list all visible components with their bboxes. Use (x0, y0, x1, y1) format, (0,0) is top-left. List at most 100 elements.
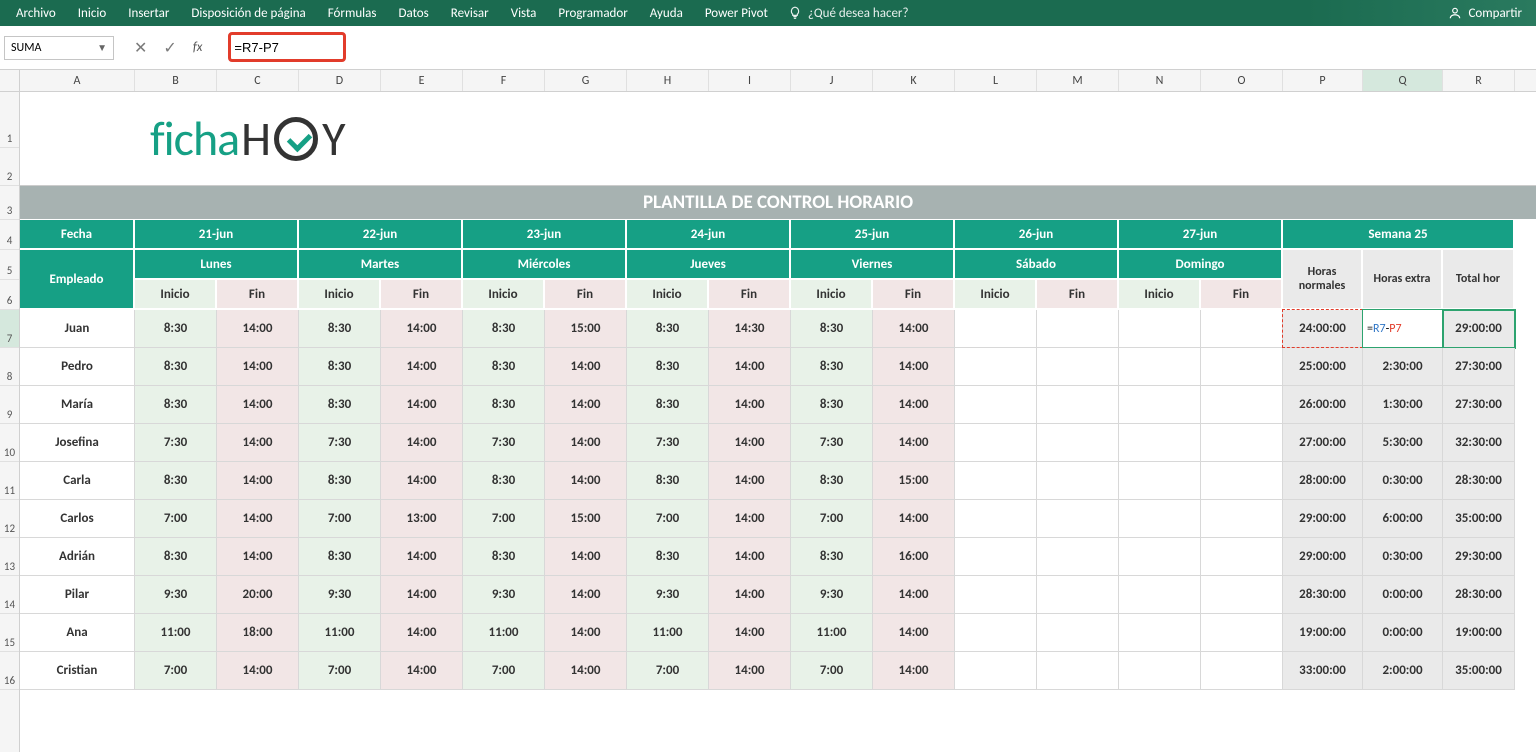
accept-formula-icon[interactable]: ✓ (163, 38, 176, 58)
time-cell[interactable]: 7:00 (135, 500, 217, 538)
time-cell[interactable]: 14:00 (709, 348, 791, 386)
row-header-14[interactable]: 14 (0, 576, 19, 614)
time-cell[interactable]: 14:00 (545, 424, 627, 462)
time-cell[interactable]: 14:00 (709, 424, 791, 462)
time-cell[interactable]: 14:30 (709, 310, 791, 348)
time-cell[interactable]: 14:00 (709, 576, 791, 614)
col-header-F[interactable]: F (463, 70, 545, 91)
time-cell[interactable]: 8:30 (791, 310, 873, 348)
employee-cell[interactable]: Ana (20, 614, 135, 652)
time-cell[interactable]: 7:30 (791, 424, 873, 462)
time-cell[interactable]: 8:30 (135, 348, 217, 386)
employee-cell[interactable]: Carlos (20, 500, 135, 538)
col-header-C[interactable]: C (217, 70, 299, 91)
col-header-D[interactable]: D (299, 70, 381, 91)
time-cell[interactable]: 11:00 (463, 614, 545, 652)
horas-extra-cell[interactable]: 0:00:00 (1363, 576, 1443, 614)
time-cell[interactable]: 14:00 (545, 348, 627, 386)
ribbon-tab-revisar[interactable]: Revisar (441, 2, 499, 25)
row-header-5[interactable]: 5 (0, 250, 19, 280)
time-cell[interactable]: 8:30 (299, 310, 381, 348)
horas-normales-cell[interactable]: 33:00:00 (1283, 652, 1363, 690)
horas-normales-cell[interactable]: 29:00:00 (1283, 500, 1363, 538)
horas-extra-cell[interactable]: =R7-P7 (1363, 310, 1443, 348)
time-cell[interactable]: 14:00 (545, 652, 627, 690)
row-header-8[interactable]: 8 (0, 348, 19, 386)
col-header-O[interactable]: O (1201, 70, 1283, 91)
time-cell[interactable] (955, 538, 1037, 576)
time-cell[interactable]: 15:00 (545, 500, 627, 538)
time-cell[interactable] (1201, 348, 1283, 386)
time-cell[interactable]: 14:00 (709, 462, 791, 500)
col-header-A[interactable]: A (20, 70, 135, 91)
time-cell[interactable] (955, 652, 1037, 690)
time-cell[interactable]: 8:30 (463, 386, 545, 424)
time-cell[interactable]: 8:30 (463, 538, 545, 576)
time-cell[interactable]: 8:30 (299, 386, 381, 424)
time-cell[interactable] (1119, 348, 1201, 386)
total-horas-cell[interactable]: 28:30:00 (1443, 462, 1515, 500)
time-cell[interactable]: 8:30 (135, 310, 217, 348)
horas-extra-cell[interactable]: 2:30:00 (1363, 348, 1443, 386)
time-cell[interactable]: 11:00 (135, 614, 217, 652)
time-cell[interactable]: 8:30 (299, 538, 381, 576)
horas-normales-cell[interactable]: 28:30:00 (1283, 576, 1363, 614)
horas-normales-cell[interactable]: 28:00:00 (1283, 462, 1363, 500)
cancel-formula-icon[interactable]: ✕ (134, 38, 147, 58)
col-header-E[interactable]: E (381, 70, 463, 91)
time-cell[interactable]: 14:00 (545, 386, 627, 424)
time-cell[interactable]: 14:00 (217, 348, 299, 386)
time-cell[interactable]: 15:00 (873, 462, 955, 500)
time-cell[interactable]: 14:00 (381, 614, 463, 652)
row-header-2[interactable]: 2 (0, 148, 19, 186)
total-horas-cell[interactable]: 19:00:00 (1443, 614, 1515, 652)
tell-me[interactable]: ¿Qué desea hacer? (788, 6, 909, 21)
time-cell[interactable] (1119, 462, 1201, 500)
time-cell[interactable]: 8:30 (791, 386, 873, 424)
time-cell[interactable]: 9:30 (135, 576, 217, 614)
time-cell[interactable]: 7:00 (299, 500, 381, 538)
time-cell[interactable]: 14:00 (709, 386, 791, 424)
time-cell[interactable]: 14:00 (217, 538, 299, 576)
time-cell[interactable]: 11:00 (627, 614, 709, 652)
col-header-L[interactable]: L (955, 70, 1037, 91)
row-header-11[interactable]: 11 (0, 462, 19, 500)
row-header-4[interactable]: 4 (0, 220, 19, 250)
horas-extra-cell[interactable]: 6:00:00 (1363, 500, 1443, 538)
time-cell[interactable] (1119, 652, 1201, 690)
employee-cell[interactable]: Juan (20, 310, 135, 348)
horas-normales-cell[interactable]: 19:00:00 (1283, 614, 1363, 652)
time-cell[interactable]: 13:00 (381, 500, 463, 538)
time-cell[interactable]: 7:30 (135, 424, 217, 462)
row-header-9[interactable]: 9 (0, 386, 19, 424)
col-header-B[interactable]: B (135, 70, 217, 91)
time-cell[interactable]: 8:30 (791, 538, 873, 576)
time-cell[interactable]: 14:00 (217, 386, 299, 424)
horas-extra-cell[interactable]: 1:30:00 (1363, 386, 1443, 424)
ribbon-tab-datos[interactable]: Datos (388, 2, 438, 25)
ribbon-tab-disposicion[interactable]: Disposición de página (181, 2, 315, 25)
time-cell[interactable] (1201, 386, 1283, 424)
time-cell[interactable]: 14:00 (381, 424, 463, 462)
time-cell[interactable] (1119, 614, 1201, 652)
time-cell[interactable]: 14:00 (381, 310, 463, 348)
time-cell[interactable]: 14:00 (709, 652, 791, 690)
time-cell[interactable]: 7:00 (463, 652, 545, 690)
col-header-M[interactable]: M (1037, 70, 1119, 91)
col-header-N[interactable]: N (1119, 70, 1201, 91)
time-cell[interactable]: 8:30 (791, 462, 873, 500)
row-header-10[interactable]: 10 (0, 424, 19, 462)
employee-cell[interactable]: Cristian (20, 652, 135, 690)
time-cell[interactable] (1119, 386, 1201, 424)
ribbon-tab-vista[interactable]: Vista (501, 2, 547, 25)
ribbon-tab-archivo[interactable]: Archivo (6, 2, 66, 25)
time-cell[interactable]: 14:00 (217, 500, 299, 538)
time-cell[interactable]: 8:30 (135, 538, 217, 576)
employee-cell[interactable]: Carla (20, 462, 135, 500)
time-cell[interactable]: 7:00 (463, 500, 545, 538)
col-header-R[interactable]: R (1443, 70, 1515, 91)
row-header-6[interactable]: 6 (0, 280, 19, 310)
total-horas-cell[interactable]: 29:00:00 (1443, 310, 1515, 348)
ribbon-tab-insertar[interactable]: Insertar (118, 2, 179, 25)
time-cell[interactable]: 8:30 (627, 462, 709, 500)
